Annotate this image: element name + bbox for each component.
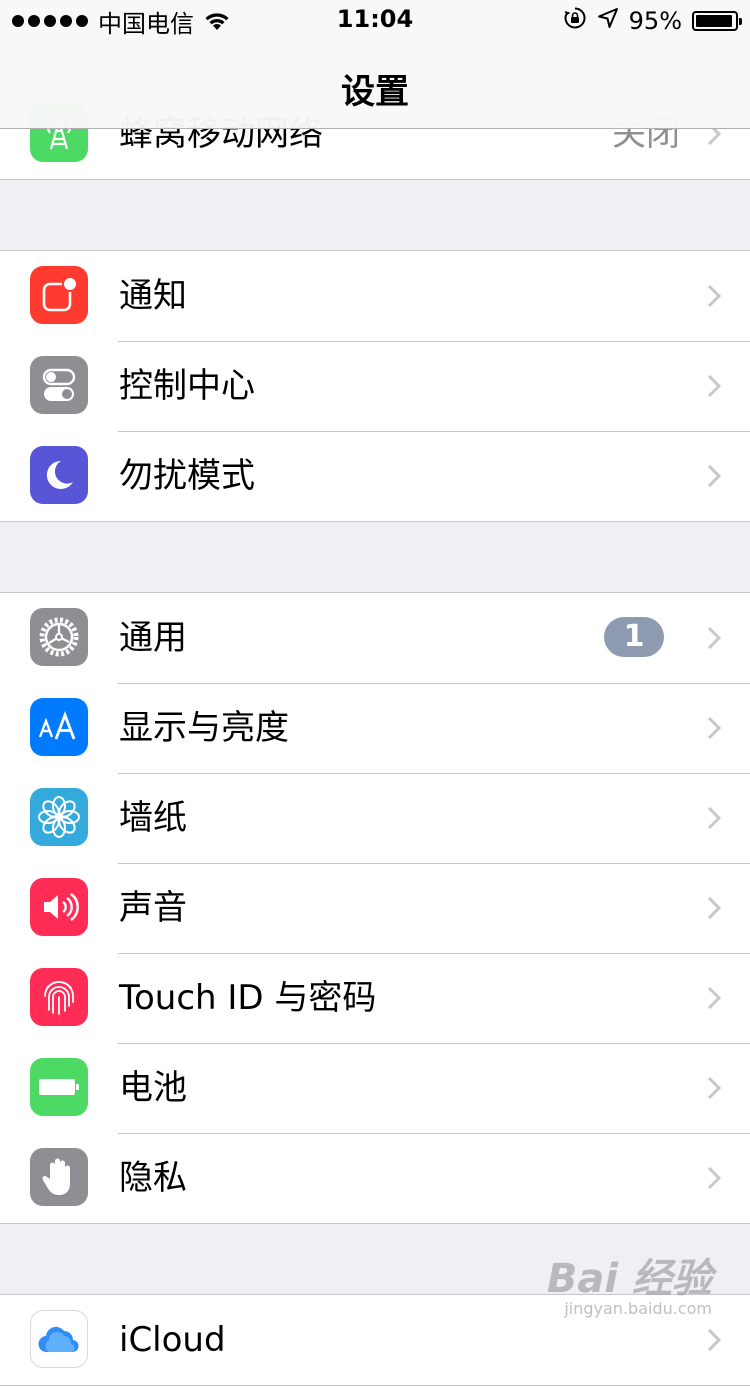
moon-icon [30, 446, 88, 504]
settings-row-display-brightness[interactable]: 显示与亮度 [0, 683, 750, 773]
settings-row-touch-id-passcode[interactable]: Touch ID 与密码 [0, 953, 750, 1043]
settings-row-label: 控制中心 [119, 366, 255, 406]
watermark-url: jingyan.baidu.com [564, 1299, 712, 1318]
update-count-badge: 1 [604, 617, 664, 657]
settings-row-battery[interactable]: 电池 [0, 1043, 750, 1133]
settings-row-label: 显示与亮度 [119, 708, 289, 748]
settings-row-sounds[interactable]: 声音 [0, 863, 750, 953]
chevron-right-icon [706, 625, 722, 655]
battery-status-icon [692, 11, 742, 31]
settings-row-label: 隐私 [119, 1158, 187, 1198]
hand-icon [30, 1148, 88, 1206]
speaker-icon [30, 878, 88, 936]
watermark-logo: Bai 经验 [546, 1256, 712, 1302]
location-arrow-icon [597, 7, 619, 35]
page-title: 设置 [341, 72, 409, 112]
fingerprint-icon [30, 968, 88, 1026]
chevron-right-icon [706, 373, 722, 403]
flower-icon [30, 788, 88, 846]
battery-icon [30, 1058, 88, 1116]
settings-row-label: 通知 [119, 276, 187, 316]
chevron-right-icon [706, 1327, 722, 1357]
settings-row-wallpaper[interactable]: 墙纸 [0, 773, 750, 863]
text-size-icon [30, 698, 88, 756]
notification-icon [30, 266, 88, 324]
settings-row-notifications[interactable]: 通知 [0, 251, 750, 341]
toggles-icon [30, 356, 88, 414]
settings-row-label: 通用 [119, 618, 187, 658]
settings-row-do-not-disturb[interactable]: 勿扰模式 [0, 431, 750, 521]
settings-row-label: 墙纸 [119, 798, 187, 838]
settings-row-label: iCloud [119, 1320, 226, 1360]
settings-row-privacy[interactable]: 隐私 [0, 1133, 750, 1223]
settings-group-alerts: 通知 控制中心 勿扰模式 [0, 250, 750, 522]
settings-row-label: 勿扰模式 [119, 456, 255, 496]
gear-icon [30, 608, 88, 666]
baidu-jingyan-watermark: Bai 经验 jingyan.baidu.com [547, 1258, 712, 1318]
settings-row-label: 电池 [119, 1068, 187, 1108]
chevron-right-icon [706, 1075, 722, 1105]
status-right: 95% [563, 6, 742, 36]
settings-row-general[interactable]: 通用 1 [0, 593, 750, 683]
cloud-icon [30, 1310, 88, 1368]
settings-row-label: Touch ID 与密码 [119, 978, 377, 1018]
orientation-lock-icon [563, 6, 587, 36]
battery-percent: 95% [628, 7, 682, 35]
chevron-right-icon [706, 895, 722, 925]
settings-group-device: 通用 1 显示与亮度 墙纸 声音 Touch ID 与密码 电池 隐私 [0, 592, 750, 1224]
chevron-right-icon [706, 463, 722, 493]
chevron-right-icon [706, 1165, 722, 1195]
chevron-right-icon [706, 715, 722, 745]
settings-list[interactable]: 蜂窝移动网络 关闭 通知 控制中心 勿扰模式 通用 1 显示与亮度 墙纸 声音 … [0, 88, 750, 1386]
settings-row-label: 声音 [119, 888, 187, 928]
battery-fill [696, 15, 733, 27]
status-bar: 中国电信 11:04 95% [0, 0, 750, 40]
chevron-right-icon [706, 283, 722, 313]
settings-row-control-center[interactable]: 控制中心 [0, 341, 750, 431]
chevron-right-icon [706, 805, 722, 835]
chevron-right-icon [706, 985, 722, 1015]
